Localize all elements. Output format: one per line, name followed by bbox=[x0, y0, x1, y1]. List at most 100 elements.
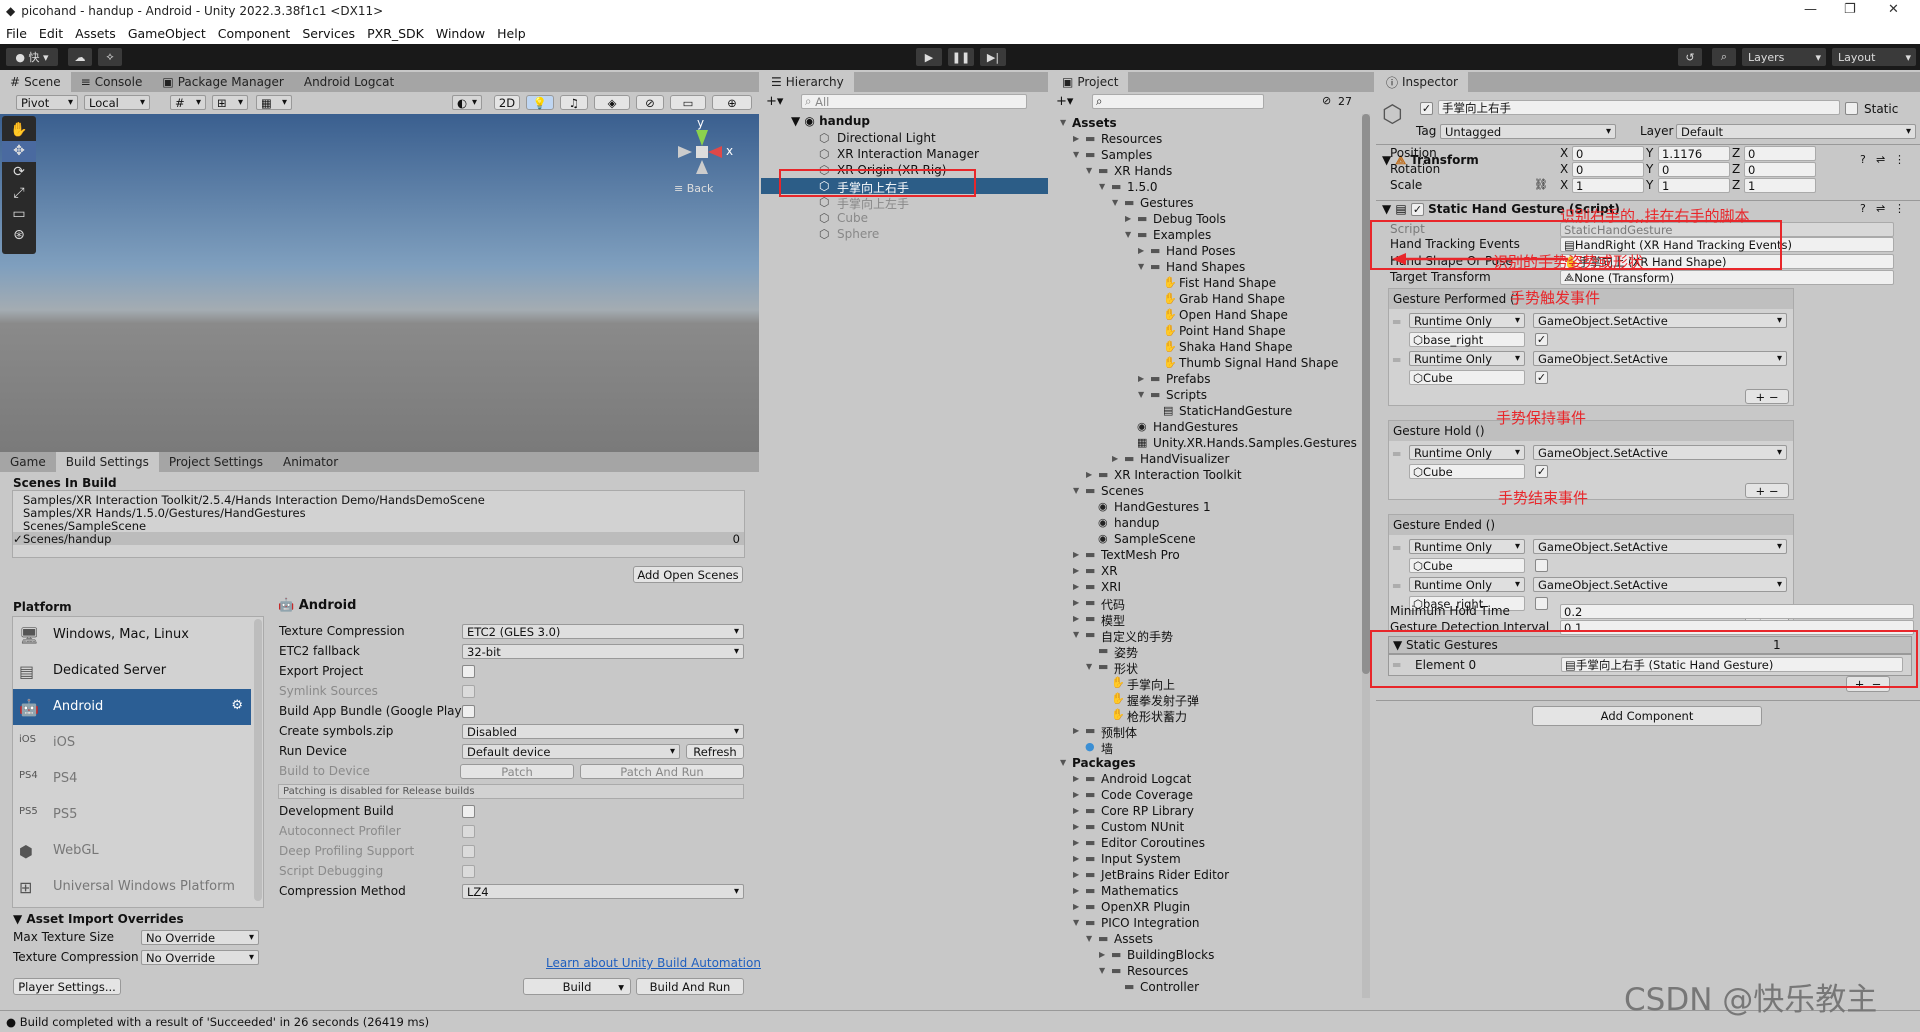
menu-help[interactable]: Help bbox=[497, 26, 526, 41]
static-checkbox[interactable] bbox=[1845, 102, 1858, 115]
tag-dropdown[interactable]: Untagged bbox=[1440, 124, 1616, 139]
scene-row[interactable]: Samples/XR Interaction Toolkit/2.5.4/Han… bbox=[13, 493, 744, 507]
add-open-scenes-button[interactable]: Add Open Scenes bbox=[633, 566, 743, 583]
project-item[interactable]: ▼ ▬ Scenes bbox=[1052, 484, 1360, 500]
project-item[interactable]: ▶ ▬ XR bbox=[1052, 564, 1360, 580]
runtime-mode-dropdown[interactable]: Runtime Only bbox=[1409, 313, 1525, 328]
scene-viewport[interactable]: ✋ ✥ ⟳ ⤢ ▭ ⊛ y x ≡ Back bbox=[0, 114, 759, 452]
collapsed-arrow-icon[interactable]: ▶ bbox=[1073, 566, 1079, 575]
tab-inspector[interactable]: ⓘ Inspector bbox=[1376, 72, 1468, 92]
menu-assets[interactable]: Assets bbox=[75, 26, 116, 41]
tab-hierarchy[interactable]: ☰ Hierarchy bbox=[761, 72, 854, 92]
tab-project-settings[interactable]: Project Settings bbox=[159, 452, 273, 472]
increment-snap-icon[interactable]: ⊞ bbox=[212, 95, 248, 110]
project-item[interactable]: ▼ ▬ 1.5.0 bbox=[1052, 180, 1360, 196]
hidden-packages-icon[interactable]: ⊘ bbox=[1322, 94, 1331, 107]
hierarchy-root-scene[interactable]: ▼ ◉ handup bbox=[791, 114, 870, 128]
2d-toggle[interactable]: 2D bbox=[494, 95, 520, 110]
player-settings-button[interactable]: Player Settings... bbox=[13, 978, 121, 995]
collapsed-arrow-icon[interactable]: ▶ bbox=[1073, 902, 1079, 911]
context-menu-icon[interactable]: ⋮ bbox=[1894, 202, 1905, 215]
layers-dropdown[interactable]: Layers ▾ bbox=[1742, 48, 1826, 66]
refresh-button[interactable]: Refresh bbox=[686, 744, 744, 759]
event-bool-checkbox[interactable] bbox=[1535, 559, 1548, 572]
scale-tool-icon[interactable]: ⤢ bbox=[2, 183, 36, 204]
pivot-dropdown[interactable]: Pivot bbox=[16, 95, 78, 110]
project-item[interactable]: ▶ ▬ Prefabs bbox=[1052, 372, 1360, 388]
history-icon[interactable]: ↺ bbox=[1678, 48, 1702, 66]
project-item[interactable]: ◉ HandGestures 1 bbox=[1052, 500, 1360, 516]
collapsed-arrow-icon[interactable]: ▶ bbox=[1138, 374, 1144, 383]
expanded-arrow-icon[interactable]: ▼ bbox=[1099, 182, 1105, 191]
menu-file[interactable]: File bbox=[6, 26, 27, 41]
project-item[interactable]: ▶ ▬ Resources bbox=[1052, 132, 1360, 148]
layer-dropdown[interactable]: Default bbox=[1676, 124, 1916, 139]
runtime-mode-dropdown[interactable]: Runtime Only bbox=[1409, 539, 1525, 554]
run-device-dropdown[interactable]: Default device bbox=[462, 744, 680, 759]
platform-item[interactable]: ▤ Dedicated Server bbox=[13, 653, 251, 689]
hidden-icon[interactable]: ⊘ bbox=[636, 95, 664, 110]
project-item[interactable]: ▼ ▬ PICO Integration bbox=[1052, 916, 1360, 932]
event-target-field[interactable]: ⬡ Cube bbox=[1409, 464, 1525, 479]
project-item[interactable]: ▼ Packages bbox=[1052, 756, 1360, 772]
scene-gizmo[interactable]: y x ≡ Back bbox=[664, 116, 744, 206]
tab-build-settings[interactable]: Build Settings bbox=[55, 452, 159, 472]
grid-toggle-icon[interactable]: ▦ bbox=[256, 95, 292, 110]
expanded-arrow-icon[interactable]: ▼ bbox=[1099, 966, 1105, 975]
transform-tool-icon[interactable]: ⊛ bbox=[2, 225, 36, 246]
texture-compression-override-dropdown[interactable]: No Override bbox=[141, 950, 259, 965]
project-item[interactable]: ▶ ▬ TextMesh Pro bbox=[1052, 548, 1360, 564]
platform-item[interactable]: 🤖 Android ⚙ bbox=[13, 689, 251, 725]
expanded-arrow-icon[interactable]: ▼ bbox=[1112, 198, 1118, 207]
collapsed-arrow-icon[interactable]: ▶ bbox=[1073, 790, 1079, 799]
project-item[interactable]: ▼ ▬ Examples bbox=[1052, 228, 1360, 244]
menu-component[interactable]: Component bbox=[218, 26, 291, 41]
project-item[interactable]: ▶ ▬ 模型 bbox=[1052, 612, 1360, 628]
scene-row[interactable]: Scenes/SampleScene bbox=[13, 519, 744, 533]
hierarchy-search-input[interactable]: ⌕ All bbox=[801, 94, 1027, 109]
hierarchy-item[interactable]: ⬡ Directional Light bbox=[761, 130, 1048, 146]
project-item[interactable]: ✋ 握拳发射子弹 bbox=[1052, 692, 1360, 708]
transform-position-x-field[interactable]: 0 bbox=[1572, 146, 1644, 161]
collapsed-arrow-icon[interactable]: ▶ bbox=[1073, 134, 1079, 143]
function-dropdown[interactable]: GameObject.SetActive bbox=[1533, 313, 1787, 328]
cloud-icon[interactable]: ☁ bbox=[68, 48, 92, 66]
project-scrollbar[interactable] bbox=[1362, 114, 1370, 998]
event-bool-checkbox[interactable]: ✓ bbox=[1535, 465, 1548, 478]
expanded-arrow-icon[interactable]: ▼ bbox=[1086, 934, 1092, 943]
expanded-arrow-icon[interactable]: ▼ bbox=[1073, 150, 1079, 159]
project-item[interactable]: ▶ ▬ BuildingBlocks bbox=[1052, 948, 1360, 964]
rect-tool-icon[interactable]: ▭ bbox=[2, 204, 36, 225]
platform-item[interactable]: ⊞ Universal Windows Platform bbox=[13, 869, 251, 905]
tab-project[interactable]: ▣ Project bbox=[1052, 72, 1129, 92]
drag-handle-icon[interactable]: ═ bbox=[1393, 579, 1400, 593]
collab-icon[interactable]: ⟡ bbox=[98, 48, 122, 66]
light-icon[interactable]: 💡 bbox=[526, 95, 554, 110]
expanded-arrow-icon[interactable]: ▼ bbox=[1138, 390, 1144, 399]
project-item[interactable]: ◉ SampleScene bbox=[1052, 532, 1360, 548]
collapsed-arrow-icon[interactable]: ▶ bbox=[1138, 246, 1144, 255]
collapsed-arrow-icon[interactable]: ▶ bbox=[1125, 214, 1131, 223]
project-item[interactable]: ▼ ▬ XR Hands bbox=[1052, 164, 1360, 180]
project-item[interactable]: ● 墙 bbox=[1052, 740, 1360, 756]
transform-rotation-y-field[interactable]: 0 bbox=[1658, 162, 1730, 177]
gizmos-icon[interactable]: ⊕ bbox=[712, 95, 752, 110]
minimum-hold-time-field[interactable]: 0.2 bbox=[1560, 604, 1914, 619]
project-item[interactable]: ▶ ▬ XRI bbox=[1052, 580, 1360, 596]
menu-services[interactable]: Services bbox=[302, 26, 355, 41]
hierarchy-item[interactable]: ⬡ Sphere bbox=[761, 226, 1048, 242]
platform-item[interactable]: 🖥 Windows, Mac, Linux bbox=[13, 617, 251, 653]
project-item[interactable]: ✋ Open Hand Shape bbox=[1052, 308, 1360, 324]
collapsed-arrow-icon[interactable]: ▶ bbox=[1073, 806, 1079, 815]
project-item[interactable]: ▶ ▬ Code Coverage bbox=[1052, 788, 1360, 804]
build-and-run-button[interactable]: Build And Run bbox=[636, 978, 744, 995]
function-dropdown[interactable]: GameObject.SetActive bbox=[1533, 351, 1787, 366]
component-enabled-checkbox[interactable]: ✓ bbox=[1410, 203, 1424, 216]
setting-checkbox[interactable] bbox=[462, 665, 475, 678]
project-item[interactable]: ▶ ▬ XR Interaction Toolkit bbox=[1052, 468, 1360, 484]
tab-animator[interactable]: Animator bbox=[273, 452, 348, 472]
collapsed-arrow-icon[interactable]: ▶ bbox=[1073, 598, 1079, 607]
project-item[interactable]: ✋ Point Hand Shape bbox=[1052, 324, 1360, 340]
menu-edit[interactable]: Edit bbox=[39, 26, 63, 41]
project-item[interactable]: ▶ ▬ 代码 bbox=[1052, 596, 1360, 612]
